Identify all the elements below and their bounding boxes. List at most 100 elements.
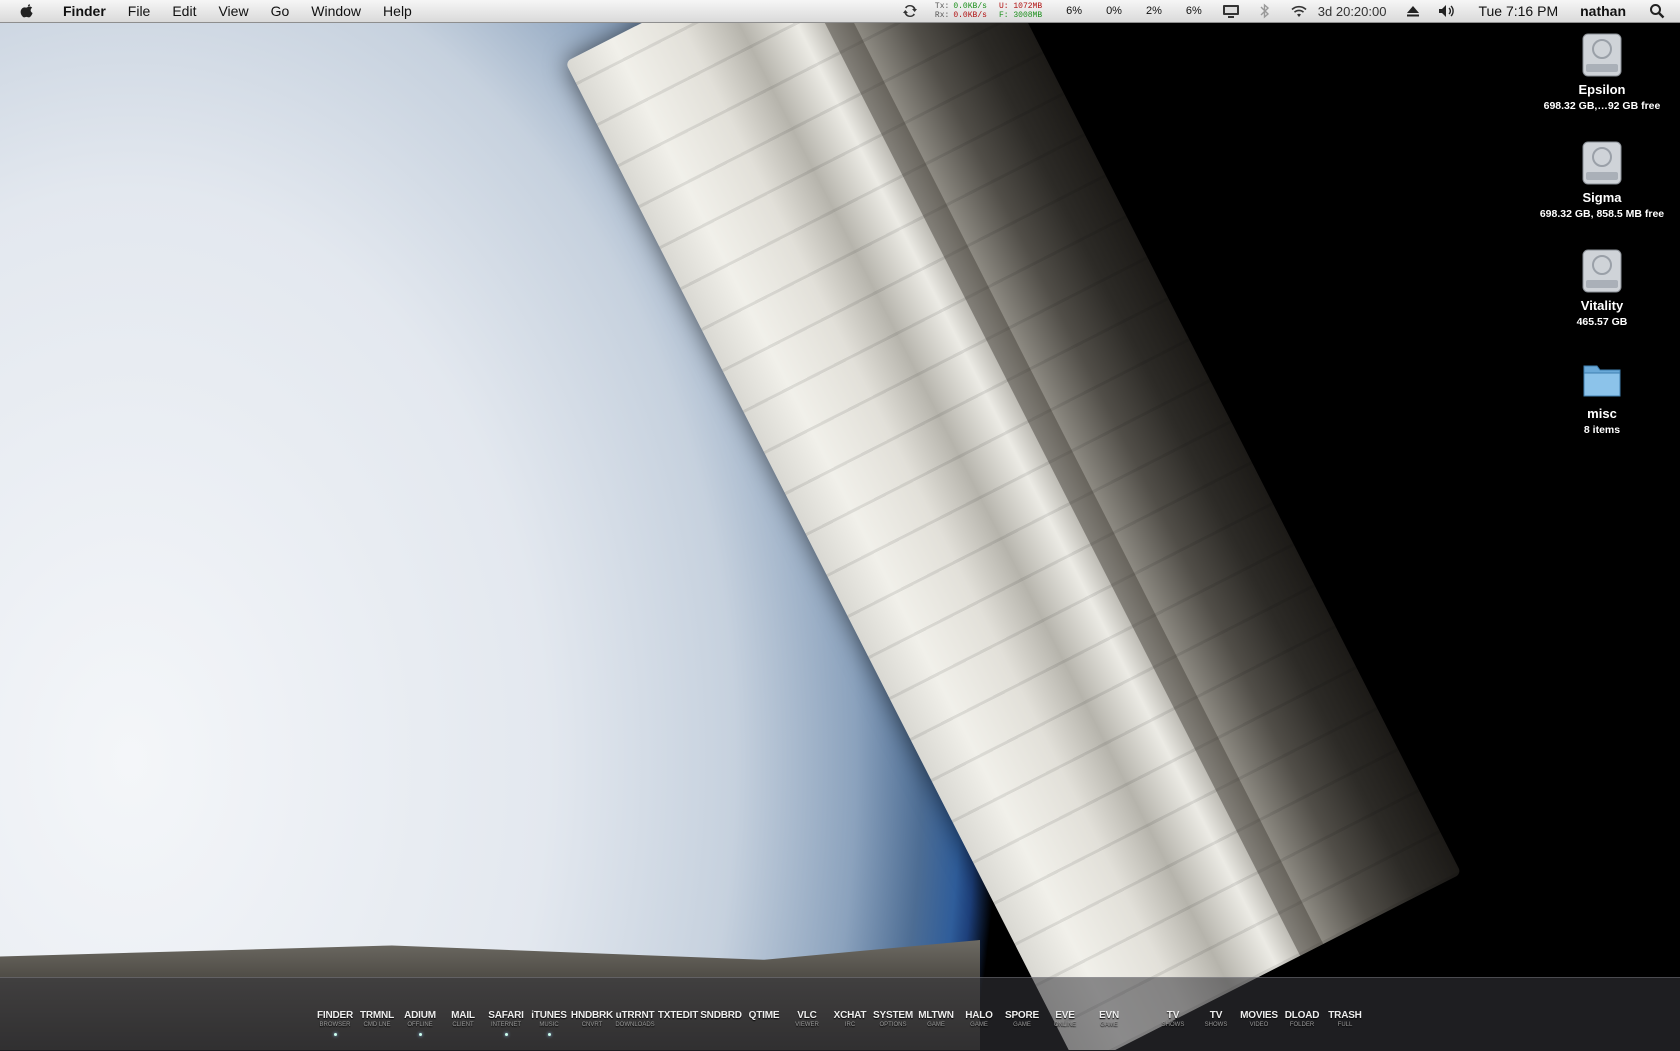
cpu-core-2[interactable]: 0% (1106, 5, 1122, 17)
desktop-icon-name: Sigma (1582, 190, 1622, 205)
tx-rate: 0.0KB/s (953, 2, 987, 11)
dock-item-dload[interactable]: DLOAD FOLDER (1278, 1010, 1326, 1028)
menu-window[interactable]: Window (300, 0, 372, 22)
dock-item-sublabel: MUSIC (539, 1022, 559, 1028)
dock-item-movies[interactable]: MOVIES VIDEO (1235, 1010, 1283, 1028)
dock-item-sublabel: CLIENT (452, 1022, 474, 1028)
memory-monitor[interactable]: U: 1072MB F: 3008MB (999, 2, 1042, 20)
dock-item-sublabel: IRC (844, 1022, 856, 1028)
dock-item-spore[interactable]: SPORE GAME (998, 1010, 1046, 1028)
dock-item-evn[interactable]: EVN GAME (1085, 1010, 1133, 1028)
cpu-core-3[interactable]: 2% (1146, 5, 1162, 17)
dock-item-sublabel: SHOWS (1161, 1022, 1185, 1028)
dock-item-label: EVN (1099, 1010, 1119, 1021)
dock-item-trmnl[interactable]: TRMNL CMD LNE (353, 1010, 401, 1028)
memory-used: U: 1072MB (998, 2, 1043, 11)
menubar-clock[interactable]: Tue 7:16 PM (1478, 3, 1558, 19)
rx-rate: 0.0KB/s (953, 11, 987, 20)
dock-item-sublabel: CMD LNE (363, 1022, 391, 1028)
folder-icon (1583, 365, 1621, 397)
app-menu-finder[interactable]: Finder (52, 0, 117, 22)
desktop-volume-sigma[interactable]: Sigma 698.32 GB, 858.5 MB free (1527, 140, 1677, 220)
cpu-core-4[interactable]: 6% (1186, 5, 1202, 17)
dock: FINDER BROWSER TRMNL CMD LNE ADIUM OFFLINE MAI… (0, 977, 1680, 1051)
dock-item-adium[interactable]: ADIUM OFFLINE (396, 1010, 444, 1036)
menu-bar: Finder File Edit View Go Window Help Tx:… (0, 0, 1680, 23)
sync-icon[interactable] (901, 2, 919, 20)
dock-item-qtime[interactable]: QTIME (740, 1010, 788, 1022)
desktop-icon-name: Epsilon (1578, 82, 1626, 97)
desktop-volume-vitality[interactable]: Vitality 465.57 GB (1527, 248, 1677, 328)
dock-item-mltwn[interactable]: MLTWN GAME (912, 1010, 960, 1028)
menu-edit[interactable]: Edit (161, 0, 207, 22)
dock-item-sndbrd[interactable]: SNDBRD (697, 1010, 745, 1022)
dock-item-sublabel: VIEWER (795, 1022, 819, 1028)
dock-item-halo[interactable]: HALO GAME (955, 1010, 1003, 1028)
dock-item-vlc[interactable]: VLC VIEWER (783, 1010, 831, 1028)
dock-item-xchat[interactable]: XCHAT IRC (826, 1010, 874, 1028)
dock-item-sublabel: GAME (927, 1022, 945, 1028)
apple-icon[interactable] (16, 2, 38, 20)
uptime-readout[interactable]: 3d 20:20:00 (1318, 4, 1387, 19)
dock-item-sublabel: GAME (1013, 1022, 1031, 1028)
dock-item-label: MLTWN (918, 1010, 954, 1021)
dock-item-label: DLOAD (1284, 1010, 1320, 1021)
dock-item-label: iTUNES (531, 1010, 567, 1021)
dock-item-sublabel: GAME (1100, 1022, 1118, 1028)
dock-item-label: SAFARI (488, 1010, 524, 1021)
running-indicator (333, 1033, 337, 1036)
hard-drive-icon (1582, 249, 1622, 293)
dock-item-label: TRMNL (360, 1010, 394, 1021)
dock-item-label: MOVIES (1240, 1010, 1278, 1021)
dock-item-label: HNDBRK (570, 1010, 614, 1021)
tx-label: Tx: (934, 2, 950, 11)
dock-item-label: SPORE (1004, 1010, 1039, 1021)
dock-item-mail[interactable]: MAIL CLIENT (439, 1010, 487, 1028)
dock-item-label: HALO (965, 1010, 993, 1021)
memory-free: F: 3008MB (998, 11, 1043, 20)
dock-item-sublabel: BROWSER (319, 1022, 351, 1028)
desktop-icon-info: 698.32 GB,…92 GB free (1543, 100, 1661, 112)
menu-help[interactable]: Help (372, 0, 423, 22)
eject-icon[interactable] (1404, 2, 1422, 20)
desktop-folder-misc[interactable]: misc 8 items (1527, 356, 1677, 436)
dock-item-tv[interactable]: TV SHOWS (1149, 1010, 1197, 1028)
wifi-icon[interactable] (1290, 2, 1308, 20)
desktop-icon-info: 698.32 GB, 858.5 MB free (1539, 208, 1665, 220)
dock-item-eve[interactable]: EVE ONLINE (1041, 1010, 1089, 1028)
dock-item-utrrnt[interactable]: uTRRNT DOWNLOADS (611, 1010, 659, 1028)
dock-item-system[interactable]: SYSTEM OPTIONS (869, 1010, 917, 1028)
fast-user-switch[interactable]: nathan (1580, 3, 1626, 19)
dock-item-hndbrk[interactable]: HNDBRK CNVRT (568, 1010, 616, 1028)
bluetooth-icon[interactable] (1256, 2, 1274, 20)
dock-item-itunes[interactable]: iTUNES MUSIC (525, 1010, 573, 1036)
dock-item-label: TRASH (1328, 1010, 1362, 1021)
hard-drive-icon (1582, 141, 1622, 185)
spotlight-icon[interactable] (1648, 2, 1666, 20)
network-monitor[interactable]: Tx: 0.0KB/s Rx: 0.0KB/s (935, 2, 987, 20)
dock-item-trash[interactable]: TRASH FULL (1321, 1010, 1369, 1028)
menu-go[interactable]: Go (260, 0, 301, 22)
dock-item-sublabel: GAME (970, 1022, 988, 1028)
space-station-truss (565, 0, 1462, 1050)
dock-item-label: MAIL (451, 1010, 475, 1021)
dock-item-sublabel: OFFLINE (407, 1022, 433, 1028)
dock-item-label: FINDER (316, 1010, 354, 1021)
display-icon[interactable] (1222, 2, 1240, 20)
dock-item-sublabel: ONLINE (1053, 1022, 1077, 1028)
menu-file[interactable]: File (117, 0, 162, 22)
desktop-volume-epsilon[interactable]: Epsilon 698.32 GB,…92 GB free (1527, 32, 1677, 112)
dock-item-sublabel: SHOWS (1204, 1022, 1228, 1028)
dock-item-sublabel: INTERNET (491, 1022, 521, 1028)
cpu-core-1[interactable]: 6% (1066, 5, 1082, 17)
dock-item-finder[interactable]: FINDER BROWSER (311, 1010, 359, 1036)
dock-item-sublabel: FOLDER (1289, 1022, 1315, 1028)
dock-item-txtedit[interactable]: TXTEDIT (654, 1010, 702, 1022)
status-area: Tx: 0.0KB/s Rx: 0.0KB/s U: 1072MB F: 3008M… (893, 0, 1680, 22)
dock-item-sublabel: DOWNLOADS (615, 1022, 655, 1028)
dock-item-tv[interactable]: TV SHOWS (1192, 1010, 1240, 1028)
volume-icon[interactable] (1438, 2, 1456, 20)
dock-item-label: SNDBRD (700, 1010, 742, 1021)
menu-view[interactable]: View (207, 0, 259, 22)
dock-item-safari[interactable]: SAFARI INTERNET (482, 1010, 530, 1036)
